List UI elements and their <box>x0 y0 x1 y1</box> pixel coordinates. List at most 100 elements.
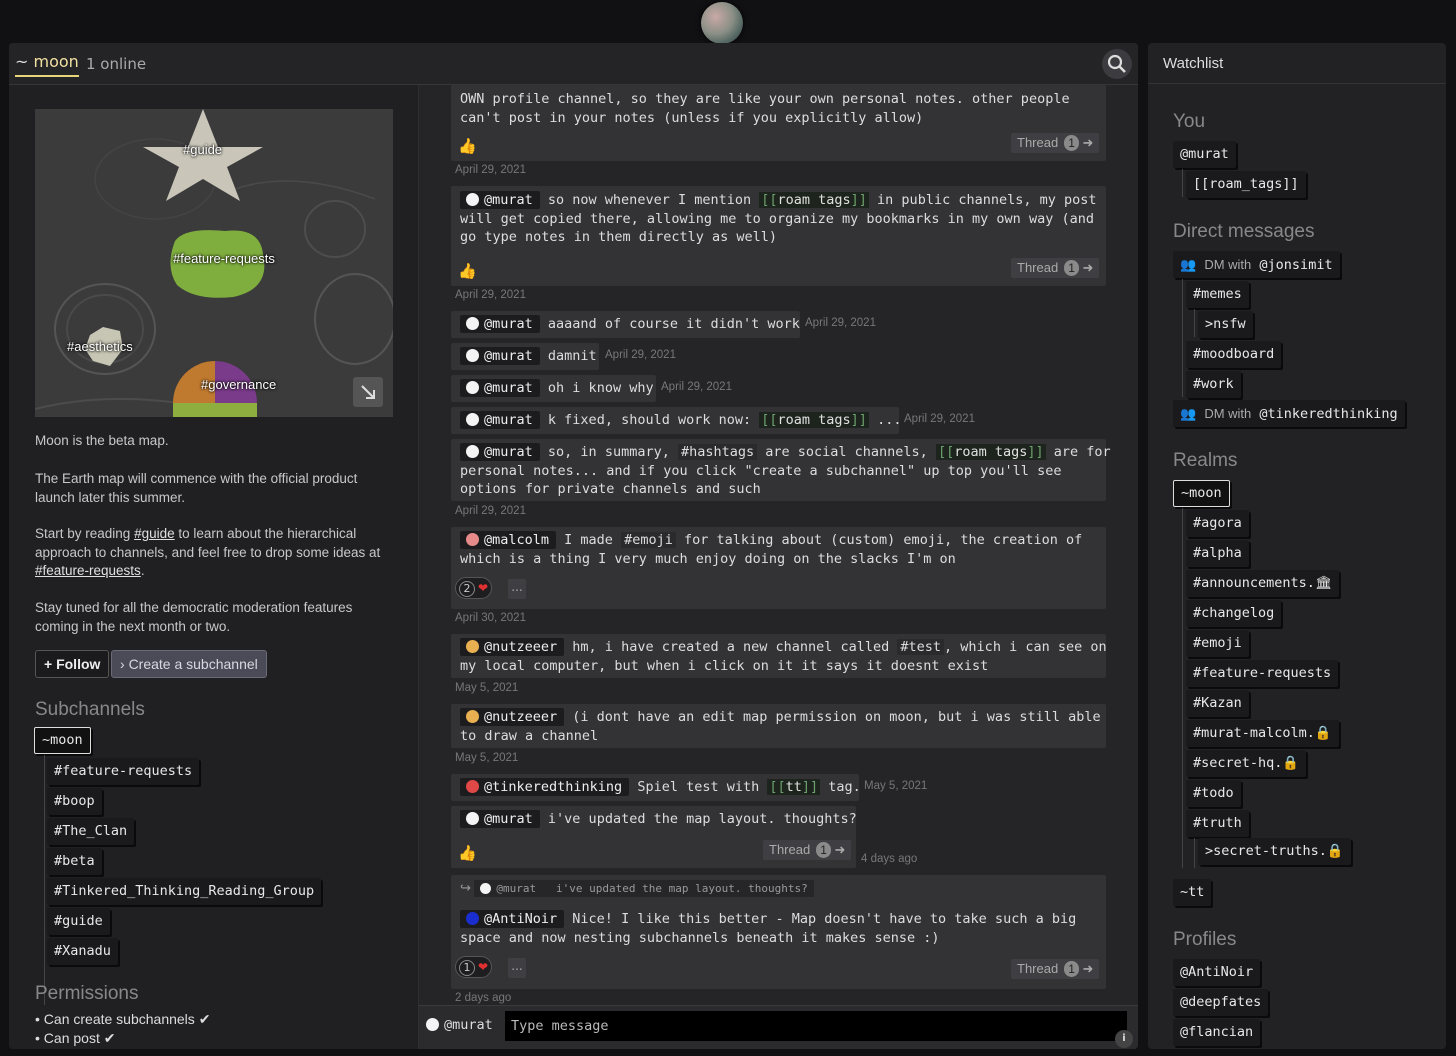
tree-line <box>1194 838 1195 868</box>
watch-item[interactable]: #feature-requests <box>1186 660 1339 687</box>
subchannel-item[interactable]: #Xanadu <box>47 938 118 965</box>
message-input[interactable] <box>505 1011 1127 1041</box>
reply-arrow-icon: ↪ <box>460 881 471 896</box>
avatar <box>466 812 479 825</box>
search-button[interactable] <box>1102 49 1132 79</box>
subchannels-title: Subchannels <box>35 699 145 720</box>
channel-map[interactable]: #guide #feature-requests #aesthetics #go… <box>35 109 393 417</box>
user-tag[interactable]: @murat <box>460 315 540 333</box>
hashtag[interactable]: #emoji <box>621 532 676 548</box>
watch-item[interactable]: #alpha <box>1186 540 1249 567</box>
reaction-heart[interactable]: 2 ❤ <box>455 577 493 599</box>
subchannel-item[interactable]: #Tinkered_Thinking_Reading_Group <box>47 878 322 905</box>
watch-item[interactable]: [[roam_tags]] <box>1186 171 1306 198</box>
watch-item[interactable]: #memes <box>1186 281 1249 308</box>
profile-item[interactable]: @AntiNoir <box>1173 959 1261 986</box>
message-date: April 30, 2021 <box>455 612 526 624</box>
tree-line <box>1182 279 1183 397</box>
watch-item[interactable]: #truth <box>1186 810 1249 837</box>
subchannel-root[interactable]: ~moon <box>34 727 91 754</box>
thread-button[interactable]: Thread 1 ➜ <box>763 840 852 860</box>
lock-icon: 🔒 <box>1314 725 1332 741</box>
message: @nutzeeer (i dont have an edit map permi… <box>451 704 1106 748</box>
realm-root[interactable]: ~moon <box>1173 480 1230 507</box>
profile-item[interactable]: @deepfates <box>1173 989 1269 1016</box>
more-reactions-button[interactable]: ... <box>508 958 526 978</box>
user-tag[interactable]: @murat <box>460 379 540 397</box>
watch-item[interactable]: #todo <box>1186 780 1241 807</box>
create-subchannel-button[interactable]: › Create a subchannel <box>111 650 267 678</box>
main-panel: ~ moon 1 online #guide #feature-requests… <box>9 43 1138 1049</box>
watch-item[interactable]: #announcements.🏛 <box>1186 570 1340 597</box>
about-p4: Stay tuned for all the democratic modera… <box>35 600 353 634</box>
permission-item: • Can create subchannels ✔ <box>35 1011 211 1027</box>
channel-sidebar: #guide #feature-requests #aesthetics #go… <box>9 85 419 1049</box>
watch-item[interactable]: #changelog <box>1186 600 1282 627</box>
subchannel-item[interactable]: #The_Clan <box>47 818 135 845</box>
guide-link[interactable]: #guide <box>134 526 175 541</box>
watch-item[interactable]: >nsfw <box>1198 311 1253 338</box>
subchannel-item[interactable]: #boop <box>47 788 102 815</box>
reply-quote[interactable]: ↪ @murat i've updated the map layout. th… <box>460 880 814 897</box>
watch-item[interactable]: #secret-hq.🔒 <box>1186 750 1307 777</box>
watch-item[interactable]: #Kazan <box>1186 690 1249 717</box>
user-avatar-orb[interactable] <box>701 2 743 44</box>
profile-item[interactable]: @flancian <box>1173 1019 1261 1046</box>
watch-item[interactable]: @murat <box>1173 141 1236 168</box>
hashtag[interactable]: #hashtags <box>677 444 758 460</box>
user-tag[interactable]: @nutzeeer <box>460 638 565 656</box>
watch-item[interactable]: #moodboard <box>1186 341 1282 368</box>
roam-tag[interactable]: [[roam tags]] <box>935 444 1046 460</box>
info-button[interactable]: i <box>1115 1030 1133 1048</box>
user-tag[interactable]: @AntiNoir <box>460 910 565 928</box>
roam-tag[interactable]: [[roam tags]] <box>759 192 869 208</box>
user-tag[interactable]: @nutzeeer <box>460 708 565 726</box>
user-tag[interactable]: @murat <box>460 191 540 209</box>
message-date: April 29, 2021 <box>455 289 526 301</box>
arrow-right-icon: ➜ <box>1082 260 1094 275</box>
thread-button[interactable]: Thread 1 ➜ <box>1011 959 1100 979</box>
dm-item[interactable]: 👥 DM with @jonsimit <box>1173 251 1340 278</box>
thread-button[interactable]: Thread 1 ➜ <box>1011 258 1100 278</box>
more-reactions-button[interactable]: ... <box>508 579 526 599</box>
map-label-guide[interactable]: #guide <box>183 142 222 157</box>
watch-item[interactable]: #emoji <box>1186 630 1249 657</box>
subchannel-item[interactable]: #beta <box>47 848 102 875</box>
map-label-governance[interactable]: #governance <box>201 377 276 392</box>
dm-item[interactable]: 👥 DM with @tinkeredthinking <box>1173 400 1405 427</box>
user-tag[interactable]: @murat <box>460 443 540 461</box>
feature-requests-link[interactable]: #feature-requests <box>35 563 141 578</box>
watch-item[interactable]: #murat-malcolm.🔒 <box>1186 720 1339 747</box>
hashtag[interactable]: #test <box>897 639 945 655</box>
map-expand-button[interactable] <box>353 377 383 407</box>
map-label-feature-requests[interactable]: #feature-requests <box>173 251 275 266</box>
subchannel-item[interactable]: #guide <box>47 908 110 935</box>
user-tag[interactable]: @murat <box>460 411 540 429</box>
user-tag[interactable]: @murat <box>460 347 540 365</box>
thumbs-vote-icon[interactable]: 👍 <box>458 844 486 862</box>
watch-item[interactable]: #agora <box>1186 510 1249 537</box>
thumbs-vote-icon[interactable]: 👍 <box>458 137 486 155</box>
thread-button[interactable]: Thread 1 ➜ <box>1011 133 1100 153</box>
watch-item[interactable]: #work <box>1186 371 1241 398</box>
user-tag[interactable]: @tinkeredthinking <box>460 778 630 796</box>
message: OWN profile channel, so they are like yo… <box>451 85 1106 161</box>
roam-tag[interactable]: [[tt]] <box>767 779 821 795</box>
roam-tag[interactable]: [[roam tags]] <box>759 412 869 428</box>
realm-root[interactable]: ~tt <box>1173 879 1212 906</box>
map-label-aesthetics[interactable]: #aesthetics <box>67 339 133 354</box>
message: @murat so now whenever I mention [[roam … <box>451 186 1106 286</box>
composer-user: @murat <box>426 1017 493 1033</box>
user-tag[interactable]: @malcolm <box>460 531 557 549</box>
about-p1: Moon is the beta map. <box>35 433 169 448</box>
subchannel-item[interactable]: #feature-requests <box>47 758 200 785</box>
reaction-heart[interactable]: 1 ❤ <box>455 956 493 978</box>
thumbs-vote-icon[interactable]: 👍 <box>458 262 486 280</box>
about-p2: The Earth map will commence with the off… <box>35 471 358 505</box>
watch-item[interactable]: >secret-truths.🔒 <box>1198 838 1351 865</box>
realm-tab[interactable]: ~ moon <box>15 52 79 77</box>
user-tag[interactable]: @murat <box>460 810 540 828</box>
avatar <box>466 533 479 546</box>
message: @murat i've updated the map layout. thou… <box>451 806 857 868</box>
follow-button[interactable]: + Follow <box>35 650 110 678</box>
